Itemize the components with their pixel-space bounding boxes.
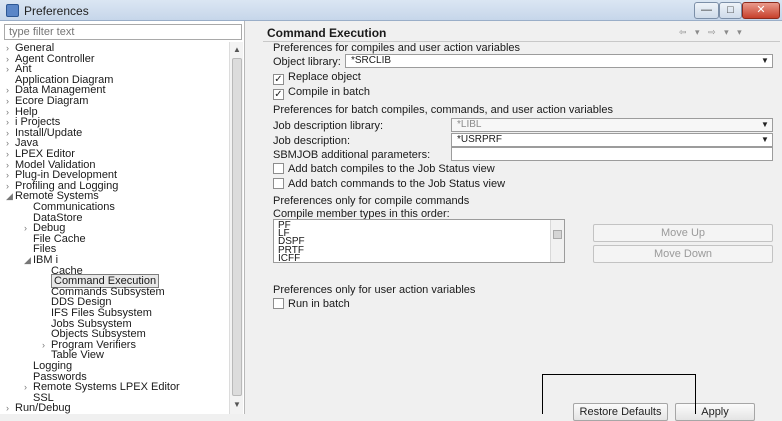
job-desc-library-label: Job description library: — [273, 120, 384, 132]
preference-tree: › General › Agent Controller › Ant Application… — [0, 42, 228, 414]
object-library-value: *SRCLIB — [351, 55, 392, 66]
close-button[interactable]: ✕ — [742, 2, 780, 19]
scroll-thumb[interactable] — [232, 58, 242, 396]
compiles-section-heading: Preferences for compiles and user action… — [273, 42, 521, 54]
compile-in-batch-checkbox-row[interactable]: ✓ Compile in batch — [273, 86, 370, 100]
scroll-up-icon[interactable]: ▲ — [233, 45, 241, 54]
object-library-dropdown-icon[interactable]: ▼ — [759, 55, 771, 67]
user-action-section-heading: Preferences only for user action variabl… — [273, 284, 476, 296]
member-types-list[interactable]: PF LF DSPF PRTF ICFF — [273, 219, 565, 263]
replace-object-label: Replace object — [288, 71, 361, 83]
highlight-annotation-box — [542, 374, 696, 414]
filter-input[interactable] — [4, 24, 242, 40]
expanded-icon[interactable]: ◢ — [24, 254, 33, 266]
add-commands-checkbox[interactable] — [273, 178, 284, 189]
add-compiles-checkbox-row[interactable]: Add batch compiles to the Job Status vie… — [273, 163, 495, 175]
replace-object-checkbox[interactable]: ✓ — [273, 74, 284, 85]
member-types-scrollbar[interactable] — [550, 220, 564, 262]
add-compiles-label: Add batch compiles to the Job Status vie… — [288, 163, 495, 175]
title-bar: Preferences — □ ✕ — [0, 0, 782, 21]
tree-item-label: Remote Systems LPEX Editor — [33, 381, 180, 394]
history-nav-icons[interactable]: ⇦ ▾ ⇨ ▾ ▾ — [679, 27, 745, 38]
object-library-label: Object library: — [273, 56, 341, 68]
member-types-scroll-thumb[interactable] — [553, 230, 562, 239]
expanded-icon[interactable]: ◢ — [6, 190, 15, 202]
job-desc-library-value: *LIBL — [457, 119, 482, 130]
object-library-field[interactable]: *SRCLIB — [345, 54, 773, 68]
move-down-button[interactable]: Move Down — [593, 245, 773, 263]
job-desc-label: Job description: — [273, 135, 351, 147]
run-in-batch-label: Run in batch — [288, 298, 350, 310]
scroll-down-icon[interactable]: ▼ — [233, 400, 241, 409]
minimize-button[interactable]: — — [694, 2, 719, 19]
command-execution-page: Command Execution ⇦ ▾ ⇨ ▾ ▾ Preferences … — [263, 21, 780, 421]
compile-in-batch-label: Compile in batch — [288, 86, 370, 98]
job-desc-library-field[interactable]: *LIBL — [451, 118, 773, 132]
sbmjob-params-field[interactable] — [451, 147, 773, 161]
sbmjob-params-label: SBMJOB additional parameters: — [273, 149, 431, 161]
window-title: Preferences — [24, 4, 89, 18]
job-desc-library-dropdown-icon[interactable]: ▼ — [759, 119, 771, 131]
add-compiles-checkbox[interactable] — [273, 163, 284, 174]
job-desc-value: *USRPRF — [457, 134, 503, 145]
add-commands-checkbox-row[interactable]: Add batch commands to the Job Status vie… — [273, 178, 505, 190]
compile-in-batch-checkbox[interactable]: ✓ — [273, 89, 284, 100]
member-type-item[interactable]: ICFF — [278, 253, 300, 262]
compile-commands-section-heading: Preferences only for compile commands — [273, 195, 470, 207]
job-desc-dropdown-icon[interactable]: ▼ — [759, 134, 771, 146]
run-in-batch-checkbox-row[interactable]: Run in batch — [273, 298, 350, 310]
job-desc-field[interactable]: *USRPRF — [451, 133, 773, 147]
page-title: Command Execution — [267, 26, 387, 40]
batch-section-heading: Preferences for batch compiles, commands… — [273, 104, 613, 116]
tree-scrollbar[interactable]: ▲ ▼ — [229, 42, 243, 414]
run-in-batch-checkbox[interactable] — [273, 298, 284, 309]
preferences-window-icon — [6, 4, 19, 17]
replace-object-checkbox-row[interactable]: ✓ Replace object — [273, 71, 361, 85]
preferences-tree-panel: ›General›Agent Controller›AntApplication… — [0, 21, 245, 414]
move-up-button[interactable]: Move Up — [593, 224, 773, 242]
maximize-button[interactable]: □ — [719, 2, 742, 19]
add-commands-label: Add batch commands to the Job Status vie… — [288, 178, 506, 190]
